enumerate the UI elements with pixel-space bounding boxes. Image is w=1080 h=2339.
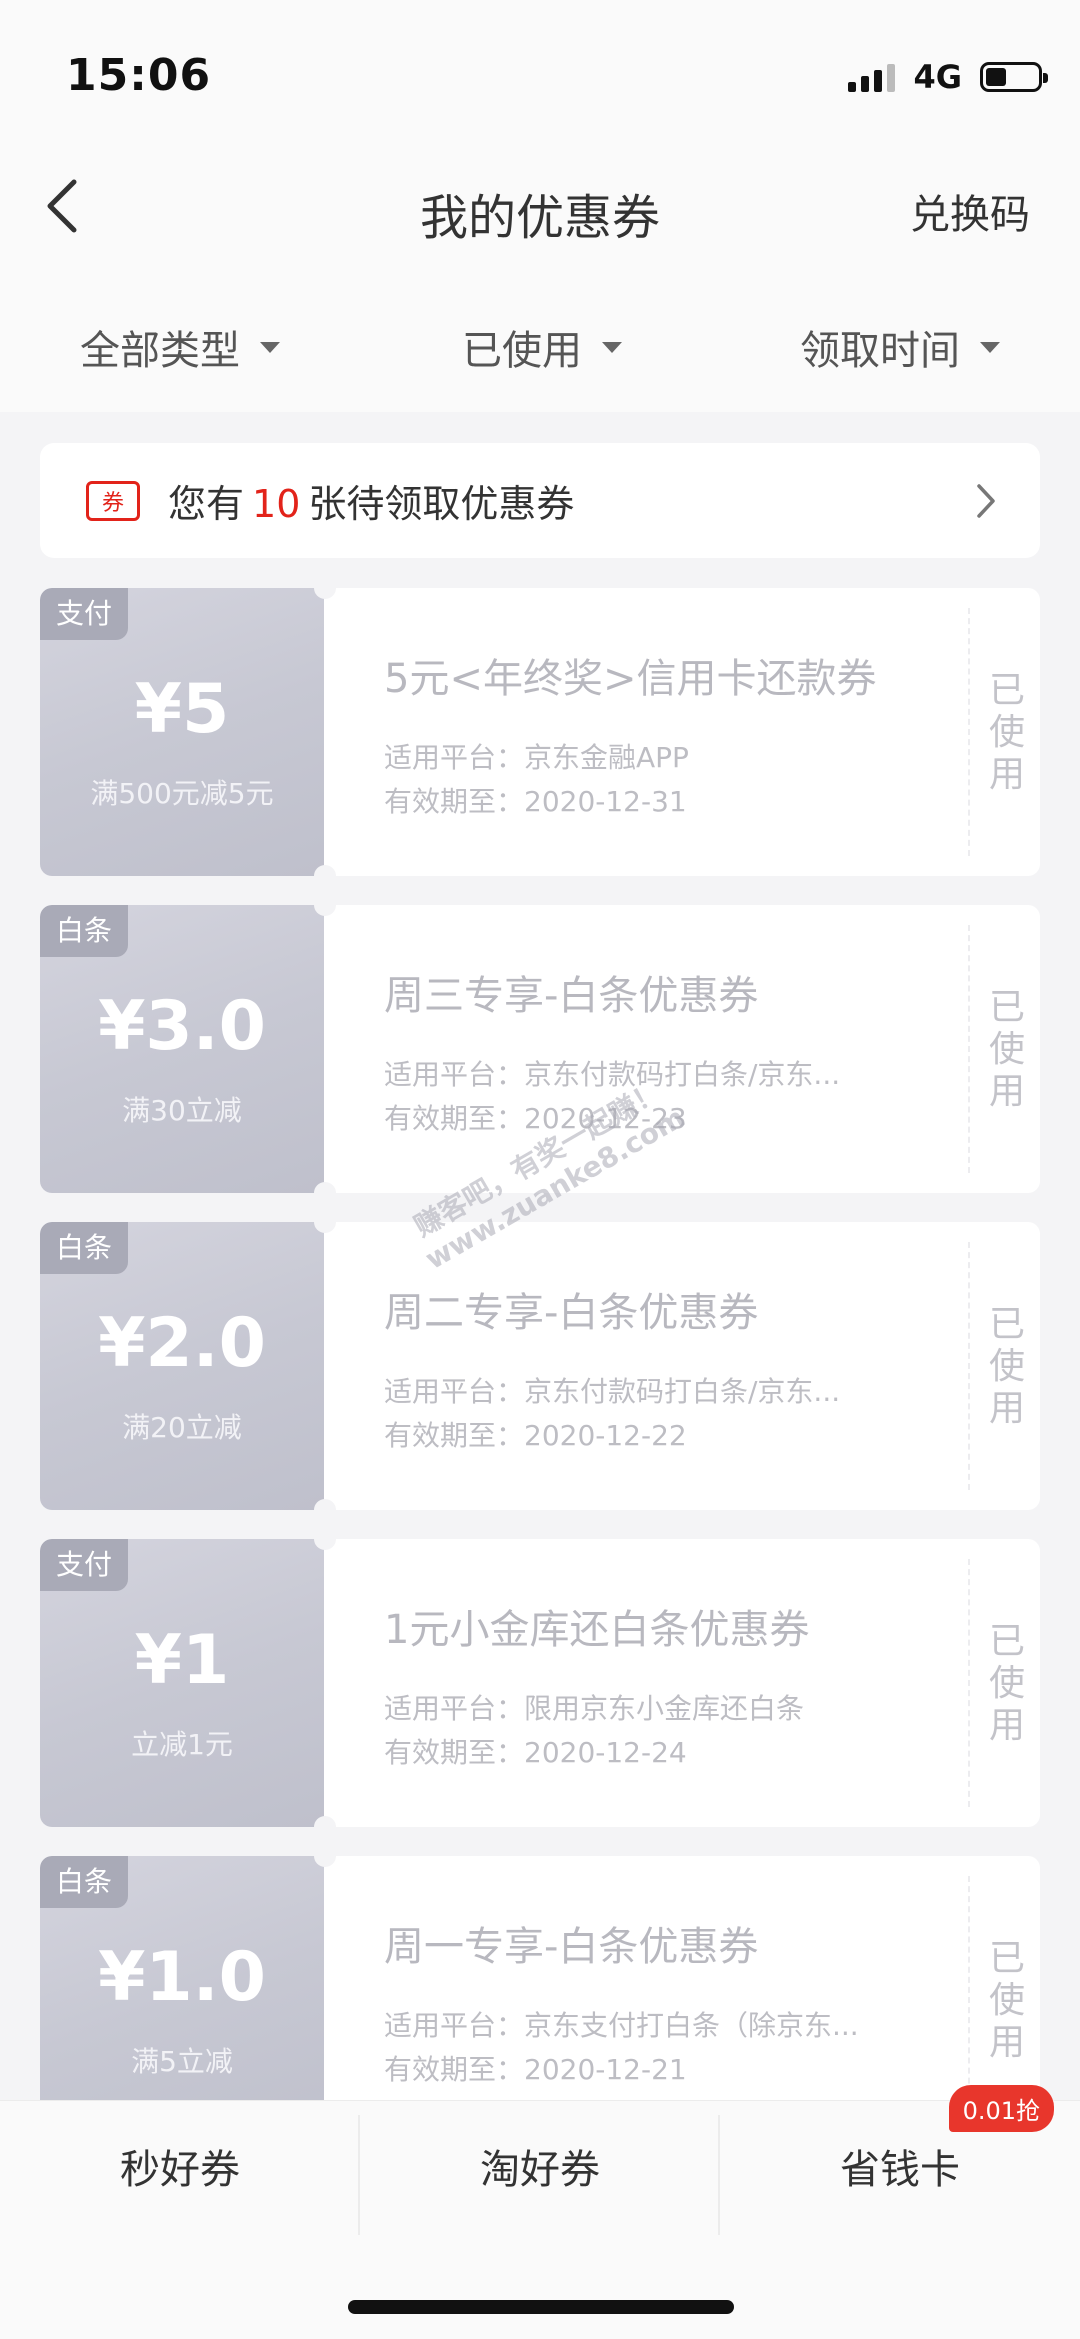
coupon-type-tag: 白条	[40, 1222, 129, 1274]
notch	[314, 1845, 336, 1867]
caret-down-icon	[260, 341, 280, 353]
signal-icon	[848, 62, 896, 92]
battery-icon	[980, 62, 1048, 92]
promo-badge: 0.01抢	[948, 2085, 1054, 2132]
coupon-platform: 适用平台：京东支付打白条（除京东...	[384, 2009, 859, 2042]
caret-down-icon	[980, 341, 1000, 353]
coupon-condition: 满500元减5元	[90, 777, 274, 810]
notice-prefix: 您有	[168, 482, 245, 526]
coupon-value-panel: 白条 ¥2.0 满20立减	[40, 1222, 324, 1510]
coupon-value-panel: 白条 ¥3.0 满30立减	[40, 905, 324, 1193]
notch	[314, 1816, 336, 1838]
coupon-status: 已使用	[988, 987, 1025, 1112]
coupon-expire: 有效期至：2020-12-21	[384, 2053, 687, 2086]
coupon-condition: 立减1元	[131, 1728, 233, 1761]
notch	[314, 1528, 336, 1550]
coupon-card[interactable]: 支付 ¥5 满500元减5元 5元<年终奖>信用卡还款券 适用平台：京东金融AP…	[40, 577, 1040, 887]
notch	[314, 1211, 336, 1233]
status-indicators: 4G	[848, 58, 1048, 96]
coupon-info-panel: 1元小金库还白条优惠券 适用平台：限用京东小金库还白条 有效期至：2020-12…	[324, 1539, 1040, 1827]
coupon-status: 已使用	[988, 670, 1025, 795]
status-time: 15:06	[66, 50, 212, 101]
coupon-platform: 适用平台：京东付款码打白条/京东...	[384, 1058, 841, 1091]
notch	[314, 894, 336, 916]
coupon-status: 已使用	[988, 1621, 1025, 1746]
filter-time-dropdown[interactable]: 领取时间	[800, 318, 1000, 376]
coupon-status: 已使用	[988, 1938, 1025, 2063]
coupon-type-tag: 白条	[40, 905, 129, 957]
notch	[314, 1182, 336, 1204]
notch	[314, 1499, 336, 1521]
coupon-status: 已使用	[988, 1304, 1025, 1429]
filter-label: 全部类型	[80, 328, 240, 374]
coupon-info-panel: 5元<年终奖>信用卡还款券 适用平台：京东金融APP 有效期至：2020-12-…	[324, 588, 1040, 876]
tab-tao-coupon[interactable]: 淘好券	[360, 2101, 720, 2231]
dashed-divider	[968, 1242, 970, 1490]
pending-coupons-banner[interactable]: 券 您有 10 张待领取优惠券	[40, 443, 1040, 558]
coupon-value-panel: 支付 ¥1 立减1元	[40, 1539, 324, 1827]
redeem-code-button[interactable]: 兑换码	[910, 182, 1030, 240]
coupon-condition: 满20立减	[122, 1411, 242, 1444]
notch	[314, 865, 336, 887]
coupon-platform: 适用平台：限用京东小金库还白条	[384, 1692, 805, 1725]
tab-label: 淘好券	[480, 2147, 600, 2193]
coupon-condition: 满30立减	[122, 1094, 242, 1127]
coupon-type-tag: 支付	[40, 1539, 129, 1591]
coupon-platform: 适用平台：京东付款码打白条/京东...	[384, 1375, 841, 1408]
coupon-platform: 适用平台：京东金融APP	[384, 741, 689, 774]
coupon-amount: ¥2.0	[98, 1304, 266, 1383]
notice-suffix: 张待领取优惠券	[308, 482, 575, 526]
filter-type-dropdown[interactable]: 全部类型	[80, 318, 280, 376]
coupon-amount: ¥5	[134, 670, 230, 749]
coupon-amount: ¥1.0	[98, 1938, 266, 2017]
tab-label: 秒好券	[120, 2147, 240, 2193]
coupon-type-tag: 白条	[40, 1856, 129, 1908]
coupon-name: 周一专享-白条优惠券	[384, 1924, 759, 1970]
coupon-name: 周三专享-白条优惠券	[384, 973, 759, 1019]
dashed-divider	[968, 925, 970, 1173]
coupon-value-panel: 支付 ¥5 满500元减5元	[40, 588, 324, 876]
pending-count: 10	[252, 482, 301, 526]
coupon-ticket-icon: 券	[86, 480, 140, 521]
coupon-amount: ¥3.0	[98, 987, 266, 1066]
coupon-condition: 满5立减	[131, 2045, 233, 2078]
coupon-name: 周二专享-白条优惠券	[384, 1290, 759, 1336]
dashed-divider	[968, 608, 970, 856]
coupon-card[interactable]: 支付 ¥1 立减1元 1元小金库还白条优惠券 适用平台：限用京东小金库还白条 有…	[40, 1528, 1040, 1838]
filter-label: 领取时间	[800, 328, 960, 374]
coupon-type-tag: 支付	[40, 588, 129, 640]
home-indicator[interactable]	[348, 2300, 734, 2314]
coupon-name: 5元<年终奖>信用卡还款券	[384, 656, 877, 702]
pending-coupons-text: 您有 10 张待领取优惠券	[168, 473, 574, 528]
dashed-divider	[968, 1559, 970, 1807]
coupon-expire: 有效期至：2020-12-22	[384, 1419, 687, 1452]
caret-down-icon	[602, 341, 622, 353]
coupon-card[interactable]: 白条 ¥2.0 满20立减 周二专享-白条优惠券 适用平台：京东付款码打白条/京…	[40, 1211, 1040, 1521]
coupon-expire: 有效期至：2020-12-24	[384, 1736, 687, 1769]
filter-label: 已使用	[462, 328, 582, 374]
tab-label: 省钱卡	[840, 2147, 960, 2193]
coupon-expire: 有效期至：2020-12-31	[384, 785, 687, 818]
coupon-info-panel: 周三专享-白条优惠券 适用平台：京东付款码打白条/京东... 有效期至：2020…	[324, 905, 1040, 1193]
filter-status-dropdown[interactable]: 已使用	[462, 318, 622, 376]
notch	[314, 577, 336, 599]
tab-miao-coupon[interactable]: 秒好券	[0, 2101, 360, 2231]
coupon-name: 1元小金库还白条优惠券	[384, 1607, 810, 1653]
coupon-amount: ¥1	[134, 1621, 230, 1700]
network-type: 4G	[913, 58, 962, 96]
tab-savings-card[interactable]: 省钱卡 0.01抢	[720, 2085, 1080, 2231]
chevron-right-icon	[977, 484, 995, 518]
